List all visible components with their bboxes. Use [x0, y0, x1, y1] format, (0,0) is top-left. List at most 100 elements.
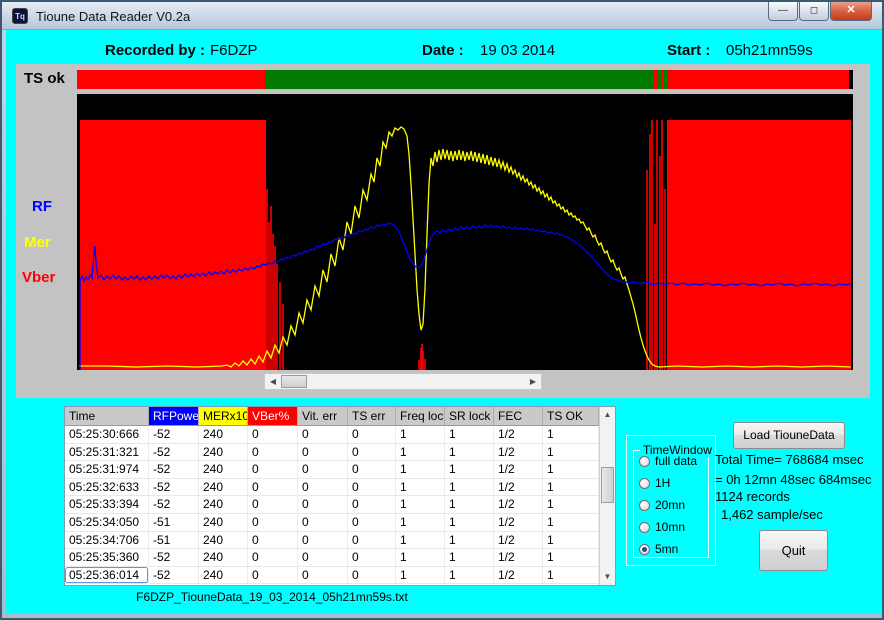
table-row[interactable]: 05:25:32:633-52240000111/21 [65, 479, 615, 497]
table-cell[interactable]: 1/2 [494, 444, 543, 462]
table-cell[interactable]: 240 [199, 567, 248, 585]
table-cell[interactable]: 1/2 [494, 461, 543, 479]
radio-icon[interactable] [639, 456, 650, 467]
table-cell[interactable]: 1/2 [494, 496, 543, 514]
column-header[interactable]: SR lock [445, 407, 494, 425]
column-header[interactable]: Time [65, 407, 149, 425]
table-cell[interactable]: 0 [348, 461, 396, 479]
table-cell[interactable]: 1 [543, 567, 599, 585]
title-bar[interactable]: Tq Tioune Data Reader V0.2a — ◻ ✕ [2, 2, 882, 30]
table-cell[interactable]: 1 [445, 444, 494, 462]
table-cell[interactable]: 1 [543, 514, 599, 532]
table-cell[interactable]: -52 [149, 496, 199, 514]
load-tiounedata-button[interactable]: Load TiouneData [733, 422, 845, 449]
time-window-option-5mn[interactable]: 5mn [639, 542, 678, 556]
table-cell[interactable]: 0 [348, 567, 396, 585]
time-window-option-20mn[interactable]: 20mn [639, 498, 685, 512]
column-header[interactable]: Vit. err [298, 407, 348, 425]
radio-icon[interactable] [639, 522, 650, 533]
minimize-button[interactable]: — [768, 2, 798, 21]
scroll-down-icon[interactable]: ▼ [600, 569, 615, 585]
table-cell[interactable]: 1/2 [494, 514, 543, 532]
table-cell[interactable]: 1 [445, 532, 494, 550]
table-row[interactable]: 05:25:30:666-52240000111/21 [65, 426, 615, 444]
column-header[interactable]: RFPower [149, 407, 199, 425]
table-row[interactable]: 05:25:36:014-52240000111/21 [65, 567, 615, 585]
table-cell[interactable]: 1 [543, 496, 599, 514]
table-cell[interactable]: 1 [445, 567, 494, 585]
table-row[interactable]: 05:25:34:050-51240000111/21 [65, 514, 615, 532]
table-cell[interactable]: 240 [199, 426, 248, 444]
table-cell[interactable]: 05:25:36:014 [65, 567, 149, 585]
chart-horizontal-scrollbar[interactable]: ◀ ▶ [264, 373, 542, 390]
table-cell[interactable]: 05:25:34:706 [65, 532, 149, 550]
table-cell[interactable]: 1/2 [494, 549, 543, 567]
table-cell[interactable]: -52 [149, 567, 199, 585]
quit-button[interactable]: Quit [759, 530, 828, 571]
table-vertical-scrollbar[interactable]: ▲ ▼ [599, 407, 615, 585]
table-cell[interactable]: 240 [199, 514, 248, 532]
table-row[interactable]: 05:25:31:321-52240000111/21 [65, 444, 615, 462]
table-cell[interactable]: 0 [348, 496, 396, 514]
time-window-option-10mn[interactable]: 10mn [639, 520, 685, 534]
table-cell[interactable]: 05:25:32:633 [65, 479, 149, 497]
table-cell[interactable]: 240 [199, 549, 248, 567]
table-cell[interactable]: 240 [199, 532, 248, 550]
column-header[interactable]: TS OK [543, 407, 599, 425]
table-cell[interactable]: 1/2 [494, 426, 543, 444]
scroll-up-icon[interactable]: ▲ [600, 407, 615, 423]
table-cell[interactable]: 1/2 [494, 479, 543, 497]
table-cell[interactable]: 0 [248, 426, 298, 444]
table-cell[interactable]: 0 [248, 496, 298, 514]
table-cell[interactable]: 0 [248, 444, 298, 462]
table-cell[interactable]: -52 [149, 444, 199, 462]
column-header[interactable]: FEC [494, 407, 543, 425]
table-cell[interactable]: 05:25:35:360 [65, 549, 149, 567]
table-cell[interactable]: 1 [396, 461, 445, 479]
table-cell[interactable]: 0 [348, 479, 396, 497]
time-window-option-full-data[interactable]: full data [639, 454, 697, 468]
table-cell[interactable]: 0 [298, 532, 348, 550]
table-cell[interactable]: 240 [199, 496, 248, 514]
table-row[interactable]: 05:25:33:394-52240000111/21 [65, 496, 615, 514]
column-header[interactable]: VBer% [248, 407, 298, 425]
vertical-scroll-thumb[interactable] [601, 467, 614, 503]
close-button[interactable]: ✕ [830, 2, 872, 21]
table-cell[interactable]: 1 [396, 479, 445, 497]
table-cell[interactable]: 0 [298, 461, 348, 479]
table-cell[interactable]: 1 [543, 426, 599, 444]
table-cell[interactable]: -52 [149, 426, 199, 444]
table-cell[interactable]: 1 [445, 479, 494, 497]
table-cell[interactable]: 0 [248, 479, 298, 497]
table-cell[interactable]: 0 [348, 426, 396, 444]
table-cell[interactable]: 0 [298, 567, 348, 585]
table-cell[interactable]: 1 [543, 549, 599, 567]
scroll-right-icon[interactable]: ▶ [525, 374, 541, 389]
table-cell[interactable]: 0 [298, 444, 348, 462]
table-cell[interactable]: -51 [149, 514, 199, 532]
table-cell[interactable]: 240 [199, 461, 248, 479]
table-cell[interactable]: 1 [396, 532, 445, 550]
table-cell[interactable]: 05:25:31:321 [65, 444, 149, 462]
table-cell[interactable]: 0 [248, 567, 298, 585]
table-cell[interactable]: 0 [248, 532, 298, 550]
radio-icon[interactable] [639, 478, 650, 489]
table-cell[interactable]: -52 [149, 479, 199, 497]
table-cell[interactable]: 0 [298, 426, 348, 444]
table-cell[interactable]: 0 [248, 549, 298, 567]
table-cell[interactable]: 05:25:31:974 [65, 461, 149, 479]
table-cell[interactable]: 240 [199, 479, 248, 497]
table-cell[interactable]: 0 [248, 461, 298, 479]
data-table[interactable]: TimeRFPowerMERx10VBer%Vit. errTS errFreq… [64, 406, 616, 586]
table-cell[interactable]: 1/2 [494, 532, 543, 550]
table-cell[interactable]: 1 [396, 496, 445, 514]
table-cell[interactable]: 1 [543, 532, 599, 550]
table-cell[interactable]: -51 [149, 532, 199, 550]
table-cell[interactable]: 1 [445, 461, 494, 479]
column-header[interactable]: MERx10 [199, 407, 248, 425]
table-cell[interactable]: 0 [348, 532, 396, 550]
horizontal-scroll-thumb[interactable] [281, 375, 307, 388]
table-row[interactable]: 05:25:31:974-52240000111/21 [65, 461, 615, 479]
table-cell[interactable]: 1 [445, 514, 494, 532]
table-cell[interactable]: -52 [149, 549, 199, 567]
